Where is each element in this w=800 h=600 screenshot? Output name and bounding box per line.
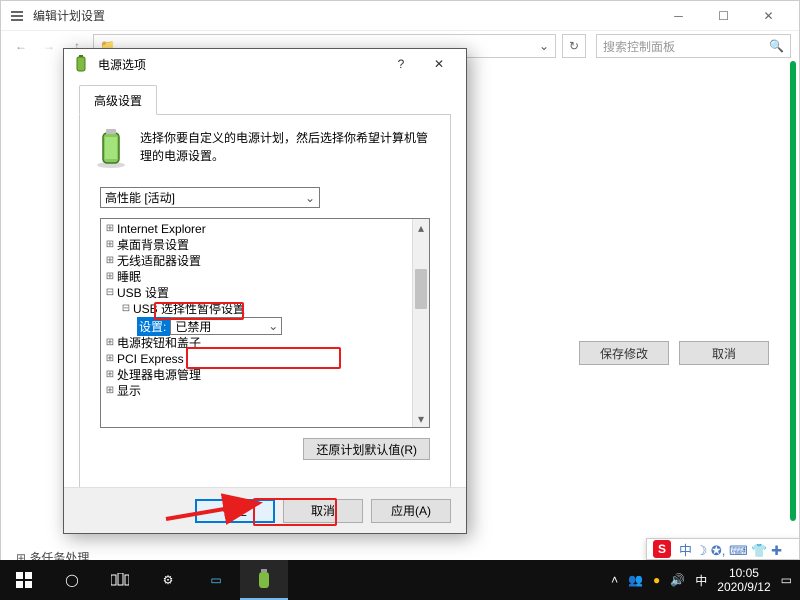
taskbar-app-power[interactable] xyxy=(240,560,288,600)
tree-item-usb-suspend[interactable]: ⊟USB 选择性暂停设置 xyxy=(103,301,429,317)
dialog-title: 电源选项 xyxy=(98,56,382,73)
scroll-up-icon[interactable]: ▴ xyxy=(413,219,429,236)
dialog-footer: 确定 取消 应用(A) xyxy=(64,487,466,533)
explorer-title: 编辑计划设置 xyxy=(33,7,656,24)
clock-time: 10:05 xyxy=(717,566,770,580)
tree-item-usb[interactable]: ⊟USB 设置 xyxy=(103,285,429,301)
chevron-down-icon: ⌄ xyxy=(268,319,278,333)
restore-defaults-button[interactable]: 还原计划默认值(R) xyxy=(303,438,430,460)
apply-button[interactable]: 应用(A) xyxy=(371,499,451,523)
volume-icon[interactable]: 🔊 xyxy=(670,573,685,587)
tree-item-ie[interactable]: ⊞Internet Explorer xyxy=(103,221,429,237)
tree-item-cpu-power[interactable]: ⊞处理器电源管理 xyxy=(103,367,429,383)
close-button[interactable]: ✕ xyxy=(746,1,791,31)
tree-item-sleep[interactable]: ⊞睡眠 xyxy=(103,269,429,285)
tree-item-pci[interactable]: ⊞PCI Express xyxy=(103,351,429,367)
dialog-description: 选择你要自定义的电源计划，然后选择你希望计算机管理的电源设置。 xyxy=(140,129,436,169)
power-options-dialog: 电源选项 ? ✕ 高级设置 选择你要自定义的电源计划，然后选择你希望计算机管理的… xyxy=(63,48,467,534)
ime-indicators: 中 ☽ ✪, ⌨ 👕 ✚ xyxy=(679,540,782,559)
forward-button[interactable]: → xyxy=(37,34,61,58)
chevron-down-icon: ⌄ xyxy=(539,39,549,53)
battery-icon xyxy=(72,55,90,73)
search-input[interactable]: 搜索控制面板 🔍 xyxy=(596,34,791,58)
setting-label: 设置: xyxy=(137,317,170,336)
save-button[interactable]: 保存修改 xyxy=(579,341,669,365)
taskbar-app-settings[interactable]: ⚙ xyxy=(144,560,192,600)
dialog-body: 高级设置 选择你要自定义的电源计划，然后选择你希望计算机管理的电源设置。 高性能… xyxy=(64,79,466,527)
help-button[interactable]: ? xyxy=(382,50,420,78)
refresh-button[interactable]: ↻ xyxy=(562,34,586,58)
tab-content: 选择你要自定义的电源计划，然后选择你希望计算机管理的电源设置。 高性能 [活动]… xyxy=(79,115,451,515)
search-placeholder: 搜索控制面板 xyxy=(603,38,675,55)
tree-item-desktop-bg[interactable]: ⊞桌面背景设置 xyxy=(103,237,429,253)
back-button[interactable]: ← xyxy=(9,34,33,58)
dialog-titlebar: 电源选项 ? ✕ xyxy=(64,49,466,79)
battery-large-icon xyxy=(94,129,128,169)
tree-item-power-button[interactable]: ⊞电源按钮和盖子 xyxy=(103,335,429,351)
ime-lang-indicator[interactable]: 中 xyxy=(695,572,707,589)
clock-date: 2020/9/12 xyxy=(717,580,770,594)
notifications-icon[interactable]: ▭ xyxy=(781,573,792,587)
side-scroll-indicator xyxy=(790,61,796,521)
maximize-button[interactable]: ☐ xyxy=(701,1,746,31)
sogou-icon: S xyxy=(653,540,671,558)
tab-strip: 高级设置 xyxy=(79,85,451,115)
taskbar-app-monitor[interactable]: ▭ xyxy=(192,560,240,600)
tree-setting-row: 设置: 已禁用 ⌄ xyxy=(103,317,429,335)
people-icon[interactable]: 👥 xyxy=(628,573,643,587)
setting-value-select[interactable]: 已禁用 ⌄ xyxy=(170,317,282,335)
ok-button[interactable]: 确定 xyxy=(195,499,275,523)
search-icon: 🔍 xyxy=(769,39,784,53)
scroll-down-icon[interactable]: ▾ xyxy=(413,410,429,427)
start-button[interactable] xyxy=(0,560,48,600)
scroll-thumb[interactable] xyxy=(415,269,427,309)
setting-value: 已禁用 xyxy=(175,318,211,335)
cancel-button[interactable]: 取消 xyxy=(283,499,363,523)
settings-tree: ⊞Internet Explorer ⊞桌面背景设置 ⊞无线适配器设置 ⊞睡眠 … xyxy=(100,218,430,428)
dialog-close-button[interactable]: ✕ xyxy=(420,50,458,78)
tray-chevron-icon[interactable]: ˄ xyxy=(611,573,618,587)
tray-app-icon[interactable]: ● xyxy=(653,573,660,587)
explorer-titlebar: 编辑计划设置 ─ ☐ ✕ xyxy=(1,1,799,31)
parent-dialog-buttons: 保存修改 取消 xyxy=(579,341,769,365)
cortana-button[interactable]: ◯ xyxy=(48,560,96,600)
taskbar-clock[interactable]: 10:05 2020/9/12 xyxy=(717,566,770,594)
task-view-button[interactable] xyxy=(96,560,144,600)
system-tray: ˄ 👥 ● 🔊 中 10:05 2020/9/12 ▭ xyxy=(611,566,800,594)
cancel-parent-button[interactable]: 取消 xyxy=(679,341,769,365)
window-menu-icon xyxy=(9,8,25,24)
tree-item-wireless[interactable]: ⊞无线适配器设置 xyxy=(103,253,429,269)
chevron-down-icon: ⌄ xyxy=(305,191,315,205)
minimize-button[interactable]: ─ xyxy=(656,1,701,31)
ime-toolbar[interactable]: S 中 ☽ ✪, ⌨ 👕 ✚ xyxy=(646,538,800,560)
power-plan-value: 高性能 [活动] xyxy=(105,189,175,206)
power-plan-select[interactable]: 高性能 [活动] ⌄ xyxy=(100,187,320,208)
taskbar: ◯ ⚙ ▭ ˄ 👥 ● 🔊 中 10:05 2020/9/12 ▭ xyxy=(0,560,800,600)
tab-advanced[interactable]: 高级设置 xyxy=(79,85,157,115)
tree-item-display[interactable]: ⊞显示 xyxy=(103,383,429,399)
tree-scrollbar[interactable]: ▴ ▾ xyxy=(412,219,429,427)
